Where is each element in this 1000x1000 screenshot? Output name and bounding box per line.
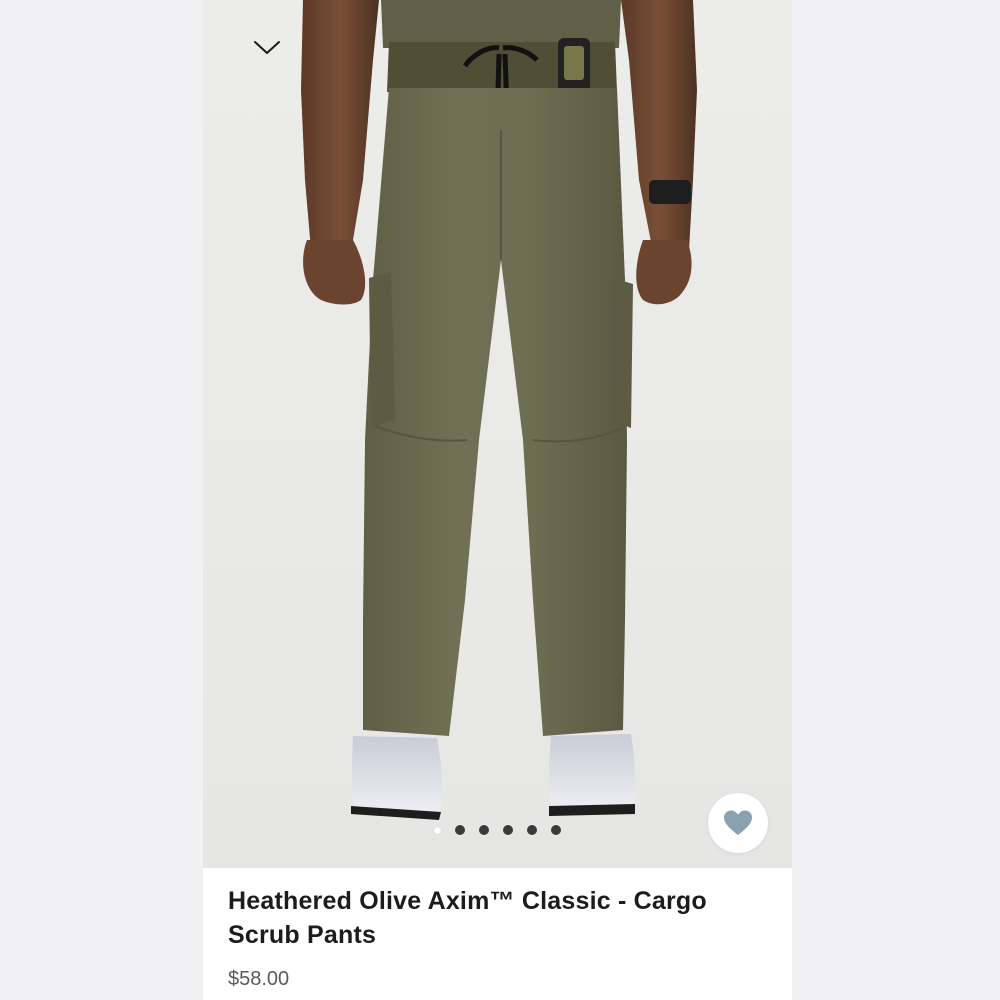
collapse-button[interactable] <box>249 30 285 66</box>
gallery-dot[interactable] <box>479 825 489 835</box>
product-card[interactable]: Heathered Olive Axim™ Classic - Cargo Sc… <box>203 0 792 1000</box>
product-info[interactable]: Heathered Olive Axim™ Classic - Cargo Sc… <box>228 884 768 991</box>
product-title[interactable]: Heathered Olive Axim™ Classic - Cargo Sc… <box>228 884 768 952</box>
product-price: $58.00 <box>228 968 290 990</box>
product-image-gallery[interactable] <box>203 0 792 868</box>
chevron-down-icon <box>254 41 280 54</box>
gallery-dot[interactable] <box>551 825 561 835</box>
page: Heathered Olive Axim™ Classic - Cargo Sc… <box>0 0 1000 1000</box>
gallery-dot[interactable] <box>503 825 513 835</box>
gallery-dot[interactable] <box>527 825 537 835</box>
gallery-pagination <box>203 825 792 835</box>
heart-icon <box>724 810 752 835</box>
gallery-dot[interactable] <box>434 826 441 834</box>
product-photo <box>301 0 697 820</box>
favorite-button[interactable] <box>708 793 768 853</box>
gallery-dot[interactable] <box>455 825 465 835</box>
